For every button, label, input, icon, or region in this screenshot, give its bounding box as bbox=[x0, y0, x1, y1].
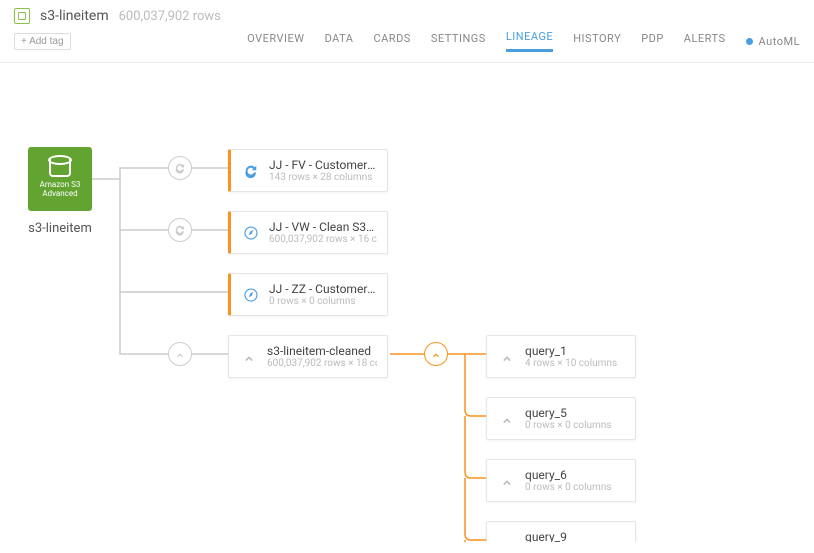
tab-settings[interactable]: SETTINGS bbox=[431, 32, 486, 51]
merge-icon bbox=[429, 347, 443, 361]
lineage-card-q9[interactable]: query_9 0 rows × 0 columns bbox=[486, 521, 636, 542]
connector-node-1[interactable] bbox=[168, 156, 192, 180]
merge-icon bbox=[239, 347, 259, 367]
refresh-icon bbox=[241, 161, 261, 181]
source-vendor: Amazon S3 Advanced bbox=[28, 181, 92, 199]
tab-pdp[interactable]: PDP bbox=[641, 32, 664, 51]
compass-icon bbox=[241, 223, 261, 243]
merge-icon bbox=[497, 347, 517, 367]
card-title: JJ - FV - Customers with bbox=[269, 158, 377, 172]
lineage-edges bbox=[0, 63, 814, 542]
tab-history[interactable]: HISTORY bbox=[573, 32, 621, 51]
dataset-icon bbox=[14, 8, 30, 24]
merge-icon bbox=[497, 471, 517, 491]
add-tag-button[interactable]: + Add tag bbox=[14, 33, 71, 50]
card-subtitle: 0 rows × 0 columns bbox=[269, 296, 377, 307]
lineage-card-c4[interactable]: s3-lineitem-cleaned 600,037,902 rows × 1… bbox=[228, 335, 388, 378]
tab-lineage[interactable]: LINEAGE bbox=[506, 30, 553, 52]
refresh-icon bbox=[173, 223, 187, 237]
lineage-card-q5[interactable]: query_5 0 rows × 0 columns bbox=[486, 397, 636, 440]
tab-cards[interactable]: CARDS bbox=[373, 32, 410, 51]
card-subtitle: 600,037,902 rows × 18 columns bbox=[267, 358, 377, 369]
tab-overview[interactable]: OVERVIEW bbox=[247, 32, 304, 51]
card-title: JJ - ZZ - Customer and ( bbox=[269, 282, 377, 296]
connector-node-queries[interactable] bbox=[424, 342, 448, 366]
bucket-icon bbox=[49, 159, 71, 177]
connector-node-4[interactable] bbox=[168, 342, 192, 366]
automl-label: AutoML bbox=[759, 35, 800, 48]
source-node[interactable]: Amazon S3 Advanced s3-lineitem bbox=[24, 147, 96, 236]
tab-bar: OVERVIEW DATA CARDS SETTINGS LINEAGE HIS… bbox=[247, 30, 800, 52]
card-title: query_9 bbox=[525, 530, 612, 542]
lineage-card-c2[interactable]: JJ - VW - Clean S3 LineIt 600,037,902 ro… bbox=[228, 211, 388, 254]
tab-alerts[interactable]: ALERTS bbox=[684, 32, 726, 51]
card-subtitle: 0 rows × 0 columns bbox=[525, 482, 612, 493]
tab-data[interactable]: DATA bbox=[325, 32, 354, 51]
card-title: query_6 bbox=[525, 468, 612, 482]
card-subtitle: 143 rows × 28 columns bbox=[269, 172, 377, 183]
card-title: query_5 bbox=[525, 406, 612, 420]
lineage-card-q1[interactable]: query_1 4 rows × 10 columns bbox=[486, 335, 636, 378]
merge-icon bbox=[497, 409, 517, 429]
refresh-icon bbox=[173, 161, 187, 175]
card-subtitle: 0 rows × 0 columns bbox=[525, 420, 612, 431]
automl-status-dot-icon bbox=[746, 38, 753, 45]
card-title: query_1 bbox=[525, 344, 617, 358]
card-subtitle: 4 rows × 10 columns bbox=[525, 358, 617, 369]
lineage-canvas[interactable]: Amazon S3 Advanced s3-lineitem JJ - FV -… bbox=[0, 62, 814, 542]
lineage-card-c3[interactable]: JJ - ZZ - Customer and ( 0 rows × 0 colu… bbox=[228, 273, 388, 316]
source-name: s3-lineitem bbox=[24, 221, 96, 236]
card-title: s3-lineitem-cleaned bbox=[267, 344, 377, 358]
connector-node-2[interactable] bbox=[168, 218, 192, 242]
merge-icon bbox=[497, 533, 517, 543]
card-subtitle: 600,037,902 rows × 16 columns bbox=[269, 234, 377, 245]
dataset-title: s3-lineitem bbox=[40, 8, 109, 24]
card-title: JJ - VW - Clean S3 LineIt bbox=[269, 220, 377, 234]
automl-button[interactable]: AutoML bbox=[746, 35, 800, 48]
compass-icon bbox=[241, 285, 261, 305]
lineage-card-q6[interactable]: query_6 0 rows × 0 columns bbox=[486, 459, 636, 502]
dataset-rowcount: 600,037,902 rows bbox=[119, 9, 221, 24]
lineage-card-c1[interactable]: JJ - FV - Customers with 143 rows × 28 c… bbox=[228, 149, 388, 192]
merge-icon bbox=[173, 347, 187, 361]
source-icon-box: Amazon S3 Advanced bbox=[28, 147, 92, 211]
